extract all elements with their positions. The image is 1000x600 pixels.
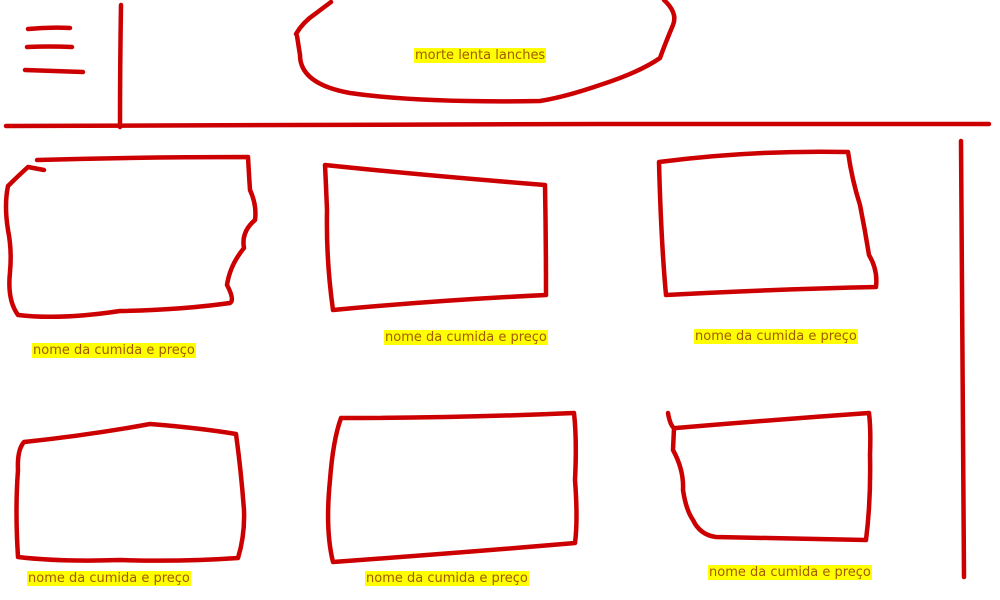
product-3-label: nome da cumida e preço	[694, 329, 858, 344]
product-5-label: nome da cumida e preço	[365, 571, 529, 586]
product-4-label: nome da cumida e preço	[27, 571, 191, 586]
header-menu-divider	[117, 2, 124, 130]
header-bottom-divider	[3, 121, 992, 129]
product-1-label: nome da cumida e preço	[32, 343, 196, 358]
store-title: morte lenta lanches	[414, 48, 547, 63]
product-card-3[interactable]	[657, 148, 880, 298]
hamburger-menu-icon[interactable]	[22, 25, 86, 75]
product-card-1[interactable]	[6, 155, 258, 320]
product-card-4[interactable]	[14, 421, 247, 564]
product-2-label: nome da cumida e preço	[384, 330, 548, 345]
product-card-6[interactable]	[665, 410, 873, 542]
product-6-label: nome da cumida e preço	[708, 565, 872, 580]
wireframe-sketch: morte lenta lanches nome da cumida e pre…	[0, 0, 1000, 600]
product-card-2[interactable]	[323, 163, 549, 313]
scrollbar-track	[958, 138, 967, 580]
product-card-5[interactable]	[326, 410, 579, 565]
